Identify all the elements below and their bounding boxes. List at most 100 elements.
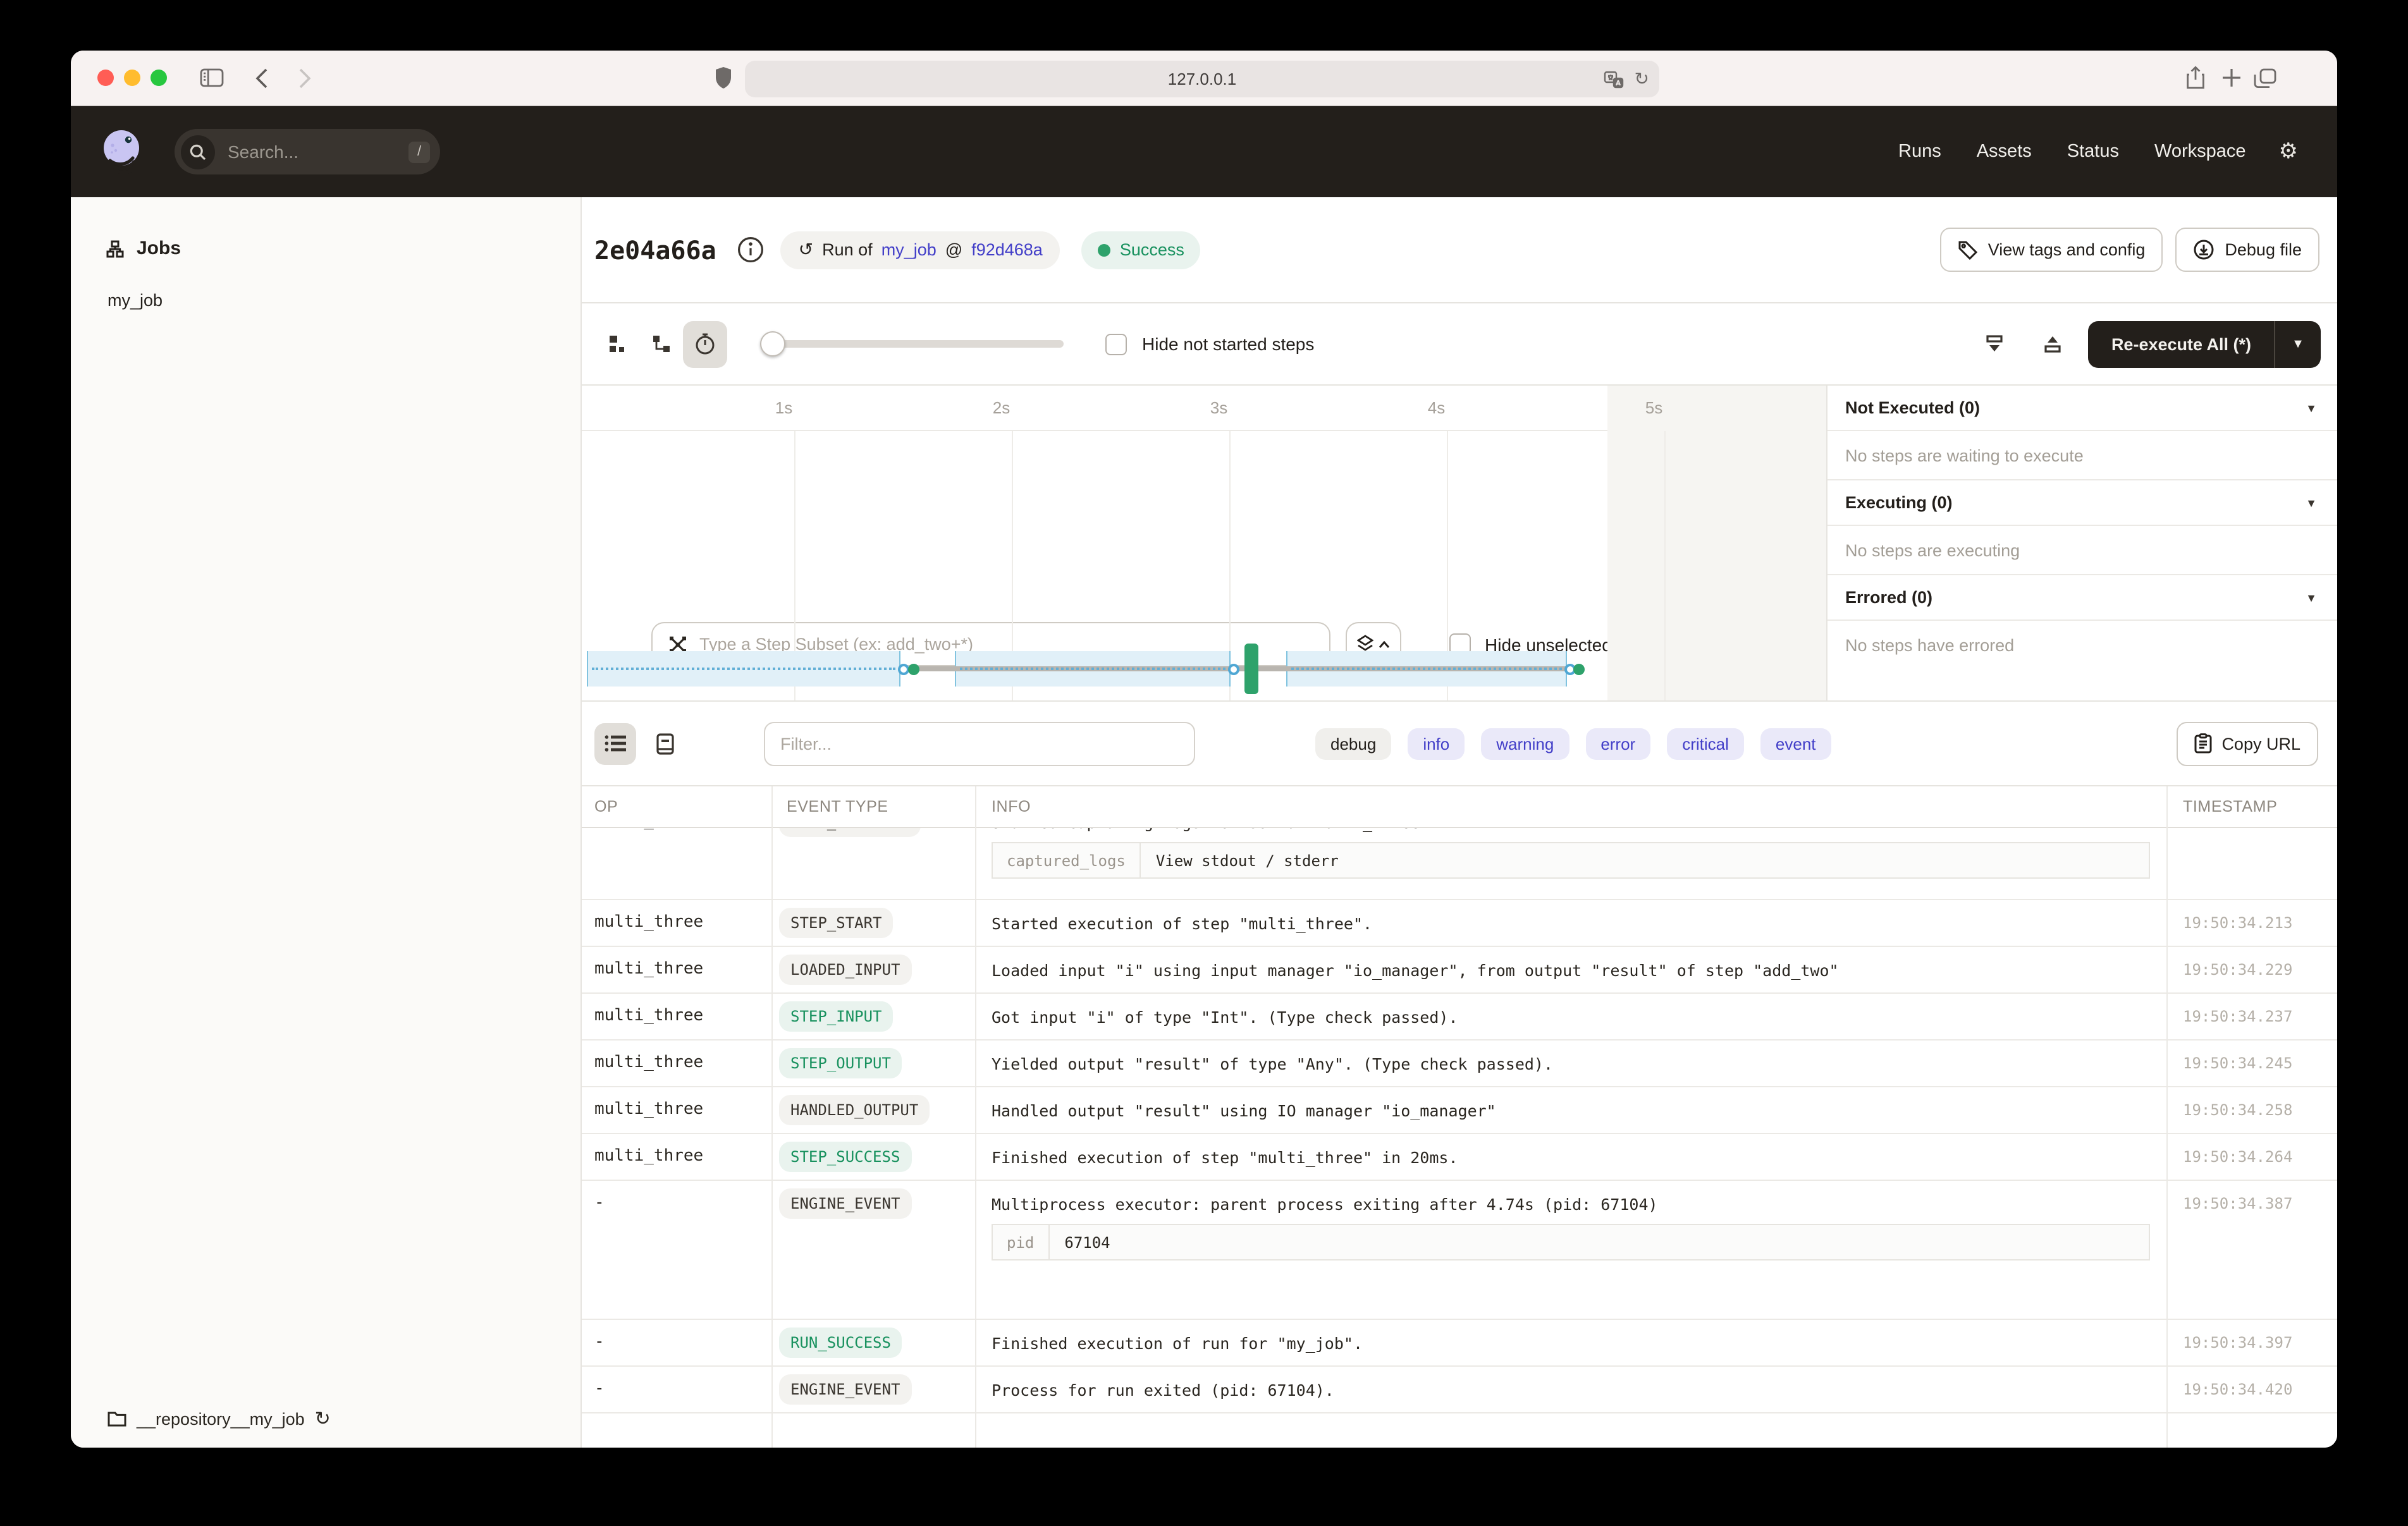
- gantt-tick-label: 4s: [1428, 398, 1445, 417]
- log-row[interactable]: multi_threeSTEP_INPUTGot input "i" of ty…: [582, 994, 2337, 1041]
- url-text: 127.0.0.1: [1168, 70, 1236, 89]
- sidebar-toggle-icon[interactable]: [200, 68, 224, 87]
- close-window-button[interactable]: [97, 70, 114, 86]
- translate-icon[interactable]: [1604, 70, 1625, 88]
- log-row[interactable]: multi_threeHANDLED_OUTPUTHandled output …: [582, 1087, 2337, 1134]
- log-row[interactable]: multi_threeLOGS_CAPTUREDStarted capturin…: [582, 828, 2337, 900]
- gantt-tick-label: 5s: [1645, 398, 1662, 417]
- reexecute-dropdown-caret[interactable]: ▼: [2274, 320, 2321, 367]
- timed-view-button[interactable]: [683, 320, 727, 367]
- log-info-cell: Multiprocess executor: parent process ex…: [975, 1181, 2166, 1319]
- event-type-badge: LOADED_INPUT: [779, 955, 911, 985]
- jobs-section-title: Jobs: [137, 238, 181, 259]
- run-id: 2e04a66a: [594, 235, 716, 265]
- repository-footer[interactable]: __repository__my_job ↻: [108, 1407, 331, 1430]
- log-op-cell: multi_three: [582, 994, 771, 1039]
- new-tab-icon[interactable]: [2222, 68, 2241, 87]
- nav-item-runs[interactable]: Runs: [1898, 142, 1941, 162]
- errored-section-header[interactable]: Errored (0) ▼: [1828, 575, 2337, 621]
- flat-view-button[interactable]: [594, 320, 639, 367]
- run-info-icon[interactable]: [737, 235, 766, 264]
- log-list-view-button[interactable]: [594, 723, 636, 764]
- zoom-slider-thumb[interactable]: [760, 331, 785, 357]
- run-status-badge[interactable]: Success: [1082, 231, 1201, 269]
- shield-icon[interactable]: [715, 67, 732, 89]
- reexecute-all-button[interactable]: Re-execute All (*) ▼: [2089, 320, 2321, 367]
- copy-url-button[interactable]: Copy URL: [2176, 721, 2318, 766]
- view-tags-config-button[interactable]: View tags and config: [1940, 228, 2163, 272]
- log-row[interactable]: multi_threeSTEP_SUCCESSFinished executio…: [582, 1134, 2337, 1181]
- gantt-step-bar[interactable]: [1244, 644, 1258, 694]
- log-timestamp-cell: 19:50:34.420: [2166, 1367, 2337, 1412]
- log-timestamp-cell: 19:50:34.213: [2166, 900, 2337, 946]
- log-timestamp-cell: 19:50:34.264: [2166, 1134, 2337, 1180]
- log-info-cell: Finished execution of step "multi_three"…: [975, 1134, 2166, 1180]
- log-row[interactable]: -RUN_SUCCESS Finished execution of run fo…: [582, 1320, 2337, 1367]
- zoom-slider[interactable]: [760, 340, 1064, 348]
- not-executed-section-header[interactable]: Not Executed (0) ▼: [1828, 386, 2337, 431]
- breadcrumb-prefix: Run of: [822, 240, 873, 259]
- chevron-down-icon: ▼: [2306, 496, 2317, 509]
- forward-button[interactable]: [298, 68, 311, 88]
- gantt-success-dot-marker[interactable]: [1573, 663, 1584, 674]
- metadata-value[interactable]: View stdout / stderr: [1141, 852, 1339, 869]
- executing-section-header[interactable]: Executing (0) ▼: [1828, 480, 2337, 526]
- level-badge-warning[interactable]: warning: [1481, 728, 1569, 759]
- job-link[interactable]: my_job: [882, 240, 937, 259]
- log-timestamp-cell: 19:50:34.237: [2166, 994, 2337, 1039]
- log-row[interactable]: -ENGINE_EVENTMultiprocess executor: pare…: [582, 1181, 2337, 1320]
- zoom-window-button[interactable]: [150, 70, 167, 86]
- sidebar-item-my-job[interactable]: my_job: [108, 291, 163, 310]
- log-filter-input[interactable]: Filter...: [764, 721, 1195, 766]
- reload-repository-icon[interactable]: ↻: [315, 1407, 331, 1430]
- run-breadcrumb-pill[interactable]: ↺ Run of my_job @ f92d468a: [781, 231, 1060, 269]
- log-structured-view-button[interactable]: [644, 723, 685, 764]
- log-row[interactable]: multi_threeSTEP_STARTStarted execution o…: [582, 900, 2337, 947]
- expand-all-button[interactable]: [2030, 320, 2075, 367]
- nav-item-assets[interactable]: Assets: [1977, 142, 2032, 162]
- nav-item-status[interactable]: Status: [2067, 142, 2119, 162]
- waterfall-view-button[interactable]: [639, 320, 683, 367]
- gantt-success-dot-marker[interactable]: [907, 663, 919, 674]
- main-content: 2e04a66a ↺ Run of my_job @ f92d468a: [582, 197, 2337, 1448]
- reload-icon[interactable]: ↻: [1635, 68, 1649, 90]
- clipboard-icon: [2194, 733, 2211, 754]
- log-info-cell: Handled output "result" using IO manager…: [975, 1087, 2166, 1133]
- top-nav: Runs Assets Status Workspace: [1898, 142, 2246, 162]
- hide-not-started-checkbox[interactable]: [1105, 333, 1127, 355]
- dagster-logo[interactable]: [99, 128, 144, 176]
- share-icon[interactable]: [2185, 66, 2206, 90]
- tag-icon: [1958, 240, 1978, 260]
- level-badge-event[interactable]: event: [1760, 728, 1831, 759]
- log-row[interactable]: multi_threeSTEP_OUTPUTYielded output "re…: [582, 1041, 2337, 1087]
- nav-item-workspace[interactable]: Workspace: [2154, 142, 2246, 162]
- collapse-all-button[interactable]: [1972, 320, 2017, 367]
- log-metadata-box: pid67104: [992, 1224, 2150, 1260]
- level-badge-error[interactable]: error: [1585, 728, 1650, 759]
- snapshot-link[interactable]: f92d468a: [971, 240, 1043, 259]
- log-timestamp-cell: 19:50:34.229: [2166, 947, 2337, 992]
- back-button[interactable]: [255, 68, 268, 88]
- level-badge-debug[interactable]: debug: [1315, 728, 1391, 759]
- log-info-cell: Finished execution of run for "my_job".: [975, 1320, 2166, 1365]
- log-row[interactable]: -ENGINE_EVENT Process for run exited (pid…: [582, 1367, 2337, 1413]
- minimize-window-button[interactable]: [124, 70, 140, 86]
- global-search-input[interactable]: Search... /: [175, 129, 440, 174]
- tab-overview-icon[interactable]: [2254, 68, 2276, 88]
- log-info-cell: Process for run exited (pid: 67104).: [975, 1367, 2166, 1412]
- log-op-cell: multi_three: [582, 900, 771, 946]
- event-type-badge: RUN_SUCCESS: [779, 1328, 902, 1358]
- log-timestamp-cell: 19:50:34.258: [2166, 1087, 2337, 1133]
- gear-icon[interactable]: ⚙: [2279, 139, 2299, 164]
- search-icon: [181, 135, 215, 169]
- address-bar[interactable]: 127.0.0.1 ↻: [745, 61, 1659, 97]
- log-op-cell: -: [582, 1320, 771, 1365]
- level-badge-critical[interactable]: critical: [1667, 728, 1744, 759]
- debug-file-button[interactable]: Debug file: [2175, 228, 2319, 272]
- log-row[interactable]: multi_threeLOADED_INPUTLoaded input "i" …: [582, 947, 2337, 994]
- gantt-open-circle-marker[interactable]: [897, 663, 909, 674]
- gantt-chart[interactable]: Type a Step Subset (ex: add_two+*) Hide …: [582, 386, 1826, 700]
- event-type-badge: ENGINE_EVENT: [779, 1374, 911, 1405]
- log-op-cell: -: [582, 1367, 771, 1412]
- level-badge-info[interactable]: info: [1408, 728, 1465, 759]
